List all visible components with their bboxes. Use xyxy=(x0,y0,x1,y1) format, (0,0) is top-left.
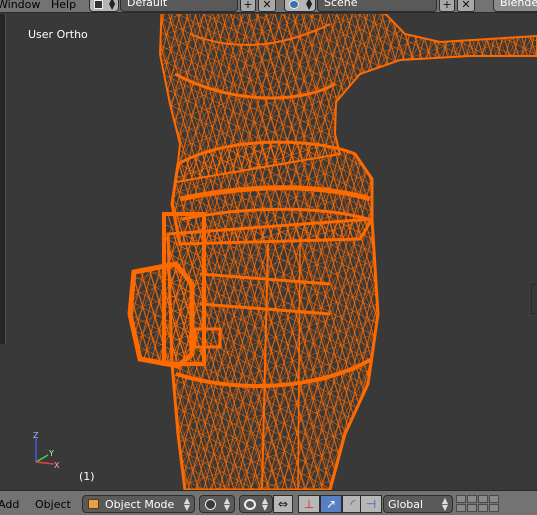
layer-button[interactable] xyxy=(478,504,488,512)
x-axis-line xyxy=(35,461,55,465)
layer-button[interactable] xyxy=(467,504,477,512)
render-engine-selector[interactable]: Blender xyxy=(493,0,537,12)
layer-buttons xyxy=(456,495,537,513)
translate-manipulator-button[interactable]: ↗ xyxy=(320,495,342,513)
frame-number-label: (1) xyxy=(79,470,95,483)
3d-viewport[interactable]: User Ortho Z Y X (1) xyxy=(0,14,537,490)
toolshelf-edge[interactable] xyxy=(0,14,6,344)
chevron-updown-icon: ▲ ▼ xyxy=(306,0,313,11)
scene-name: Scene xyxy=(324,0,358,9)
y-axis-line xyxy=(35,454,49,463)
layer-button[interactable] xyxy=(489,495,499,503)
screen-layout-name-field[interactable]: Default xyxy=(120,0,238,12)
render-engine-name: Blender xyxy=(500,0,537,9)
view3d-header: Add Object Object Mode ▲ ▼ ▲ ▼ ▲ ▼ ⇔ ⊥ ↗ ◜ … xyxy=(0,490,537,515)
layer-button[interactable] xyxy=(478,495,488,503)
menu-add[interactable]: Add xyxy=(0,498,19,511)
pivot-point-select[interactable]: ▲ ▼ xyxy=(239,495,273,513)
viewport-shading-select[interactable]: ▲ ▼ xyxy=(199,495,235,513)
delete-screen-button[interactable]: ✕ xyxy=(258,0,276,12)
interaction-mode-select[interactable]: Object Mode ▲ ▼ xyxy=(82,495,195,513)
manipulator-toggle-button[interactable]: ⊥ xyxy=(298,495,320,513)
menu-help[interactable]: Help xyxy=(51,0,76,11)
x-axis-label: X xyxy=(54,461,60,470)
layer-button[interactable] xyxy=(456,495,466,503)
scene-icon xyxy=(289,0,299,9)
layer-button[interactable] xyxy=(456,504,466,512)
interaction-mode-value: Object Mode xyxy=(105,498,175,511)
y-axis-label: Y xyxy=(48,449,54,458)
scene-name-field[interactable]: Scene xyxy=(317,0,437,12)
info-header: Window Help ▲ ▼ Default + ✕ ▲ ▼ Scene + ✕ … xyxy=(0,0,537,13)
chevron-updown-icon: ▲ ▼ xyxy=(441,496,448,512)
viewport-shading-sphere-icon xyxy=(205,499,216,510)
layer-button[interactable] xyxy=(489,504,499,512)
layer-button[interactable] xyxy=(467,495,477,503)
translate-icon: ↗ xyxy=(325,497,337,511)
menu-object[interactable]: Object xyxy=(35,498,71,511)
screen-layout-name: Default xyxy=(127,0,168,9)
scale-icon: ⊣ xyxy=(365,497,377,511)
chevron-updown-icon: ▲ ▼ xyxy=(223,496,230,512)
pivot-align-button[interactable]: ⇔ xyxy=(273,495,293,513)
rotate-icon: ◜ xyxy=(350,497,356,511)
object-mode-cube-icon xyxy=(88,499,99,509)
z-axis-label: Z xyxy=(33,431,39,440)
properties-panel-handle[interactable] xyxy=(531,284,537,314)
plus-icon: + xyxy=(442,0,452,11)
scale-manipulator-button[interactable]: ⊣ xyxy=(360,495,382,513)
chevron-updown-icon: ▲ ▼ xyxy=(261,496,268,512)
axis-gizmo: Z Y X xyxy=(33,431,60,470)
close-icon: ✕ xyxy=(461,0,471,11)
plus-icon: + xyxy=(243,0,253,11)
screen-layout-selector[interactable]: ▲ ▼ xyxy=(89,0,119,12)
delete-scene-button[interactable]: ✕ xyxy=(457,0,475,12)
pivot-align-icon: ⇔ xyxy=(277,497,289,511)
menu-window[interactable]: Window xyxy=(0,0,40,11)
view-name-label: User Ortho xyxy=(28,28,88,41)
pivot-point-icon xyxy=(244,499,256,510)
scene-selector[interactable]: ▲ ▼ xyxy=(284,0,316,12)
chevron-updown-icon: ▲ ▼ xyxy=(109,0,116,11)
transform-orientation-select[interactable]: Global ▲ ▼ xyxy=(383,495,453,513)
manipulator-toggle-icon: ⊥ xyxy=(303,497,315,511)
close-icon: ✕ xyxy=(262,0,272,11)
chevron-updown-icon: ▲ ▼ xyxy=(183,496,190,512)
add-screen-button[interactable]: + xyxy=(240,0,256,12)
add-scene-button[interactable]: + xyxy=(439,0,455,12)
wireframe-mesh xyxy=(127,14,537,490)
screen-layout-icon xyxy=(94,0,103,9)
transform-orientation-value: Global xyxy=(388,498,424,511)
